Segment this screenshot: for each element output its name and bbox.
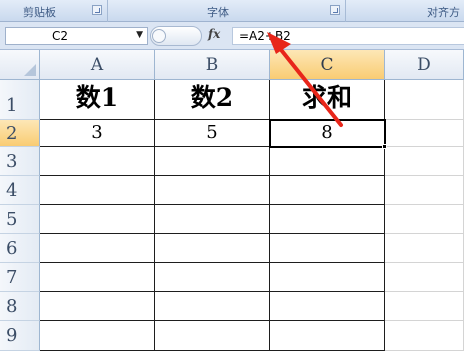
formula-input[interactable]: =A2+B2	[232, 27, 464, 45]
cell-b6[interactable]	[155, 234, 270, 263]
cell-d3[interactable]	[385, 147, 464, 176]
cell-d8[interactable]	[385, 292, 464, 321]
column-header-c[interactable]: C	[270, 50, 385, 80]
ribbon-group-clipboard: 剪贴板	[0, 0, 108, 22]
row-header-5[interactable]: 5	[0, 205, 40, 234]
cell-d7[interactable]	[385, 263, 464, 292]
cell-d1[interactable]	[385, 80, 464, 120]
cell-d9[interactable]	[385, 321, 464, 351]
dialog-launcher-icon[interactable]	[92, 5, 102, 15]
cell-d2[interactable]	[385, 120, 464, 147]
cell-b9[interactable]	[155, 321, 270, 351]
cell-d5[interactable]	[385, 205, 464, 234]
ribbon-group-strip: 剪贴板 字体 对齐方	[0, 0, 464, 22]
formula-text: =A2+B2	[239, 29, 291, 43]
cell-d4[interactable]	[385, 176, 464, 205]
insert-function-button[interactable]: fx	[208, 27, 220, 41]
formula-button-pill[interactable]	[150, 26, 202, 46]
formula-bar: C2 ▼ fx =A2+B2	[0, 22, 464, 50]
select-all-button[interactable]	[0, 50, 40, 80]
row-header-4[interactable]: 4	[0, 176, 40, 205]
column-header-b[interactable]: B	[155, 50, 270, 80]
circle-icon	[152, 29, 166, 43]
cell-c5[interactable]	[270, 205, 385, 234]
name-box-value: C2	[52, 29, 69, 43]
cell-b1[interactable]: 数2	[155, 80, 270, 120]
fill-handle[interactable]	[382, 144, 387, 149]
row-header-2[interactable]: 2	[0, 120, 40, 147]
cell-b3[interactable]	[155, 147, 270, 176]
cell-c8[interactable]	[270, 292, 385, 321]
ribbon-group-label: 字体	[207, 6, 229, 19]
ribbon-group-label: 对齐方	[427, 6, 460, 19]
row-header-9[interactable]: 9	[0, 321, 40, 351]
cell-c9[interactable]	[270, 321, 385, 351]
column-header-d[interactable]: D	[385, 50, 464, 80]
cell-a5[interactable]	[40, 205, 155, 234]
formula-buttons: fx	[150, 25, 230, 47]
chevron-down-icon[interactable]: ▼	[136, 30, 143, 40]
ribbon-group-alignment: 对齐方	[347, 0, 464, 22]
cell-a8[interactable]	[40, 292, 155, 321]
cell-b2[interactable]: 5	[155, 120, 270, 147]
cell-c3[interactable]	[270, 147, 385, 176]
cell-a6[interactable]	[40, 234, 155, 263]
cell-c2[interactable]: 8	[270, 120, 385, 147]
dialog-launcher-icon[interactable]	[330, 5, 340, 15]
cell-a7[interactable]	[40, 263, 155, 292]
cell-d6[interactable]	[385, 234, 464, 263]
cell-b8[interactable]	[155, 292, 270, 321]
ribbon-group-label: 剪贴板	[23, 6, 56, 19]
column-header-a[interactable]: A	[40, 50, 155, 80]
cell-a2[interactable]: 3	[40, 120, 155, 147]
cell-c7[interactable]	[270, 263, 385, 292]
name-box[interactable]: C2 ▼	[5, 27, 148, 45]
cell-a1[interactable]: 数1	[40, 80, 155, 120]
cell-a9[interactable]	[40, 321, 155, 351]
cell-c4[interactable]	[270, 176, 385, 205]
cell-a4[interactable]	[40, 176, 155, 205]
cell-c1[interactable]: 求和	[270, 80, 385, 120]
ribbon-group-font: 字体	[109, 0, 346, 22]
row-header-3[interactable]: 3	[0, 147, 40, 176]
row-header-8[interactable]: 8	[0, 292, 40, 321]
cell-c6[interactable]	[270, 234, 385, 263]
cell-b7[interactable]	[155, 263, 270, 292]
row-header-6[interactable]: 6	[0, 234, 40, 263]
row-header-1[interactable]: 1	[0, 80, 40, 120]
cell-b5[interactable]	[155, 205, 270, 234]
row-header-7[interactable]: 7	[0, 263, 40, 292]
cell-a3[interactable]	[40, 147, 155, 176]
cell-b4[interactable]	[155, 176, 270, 205]
